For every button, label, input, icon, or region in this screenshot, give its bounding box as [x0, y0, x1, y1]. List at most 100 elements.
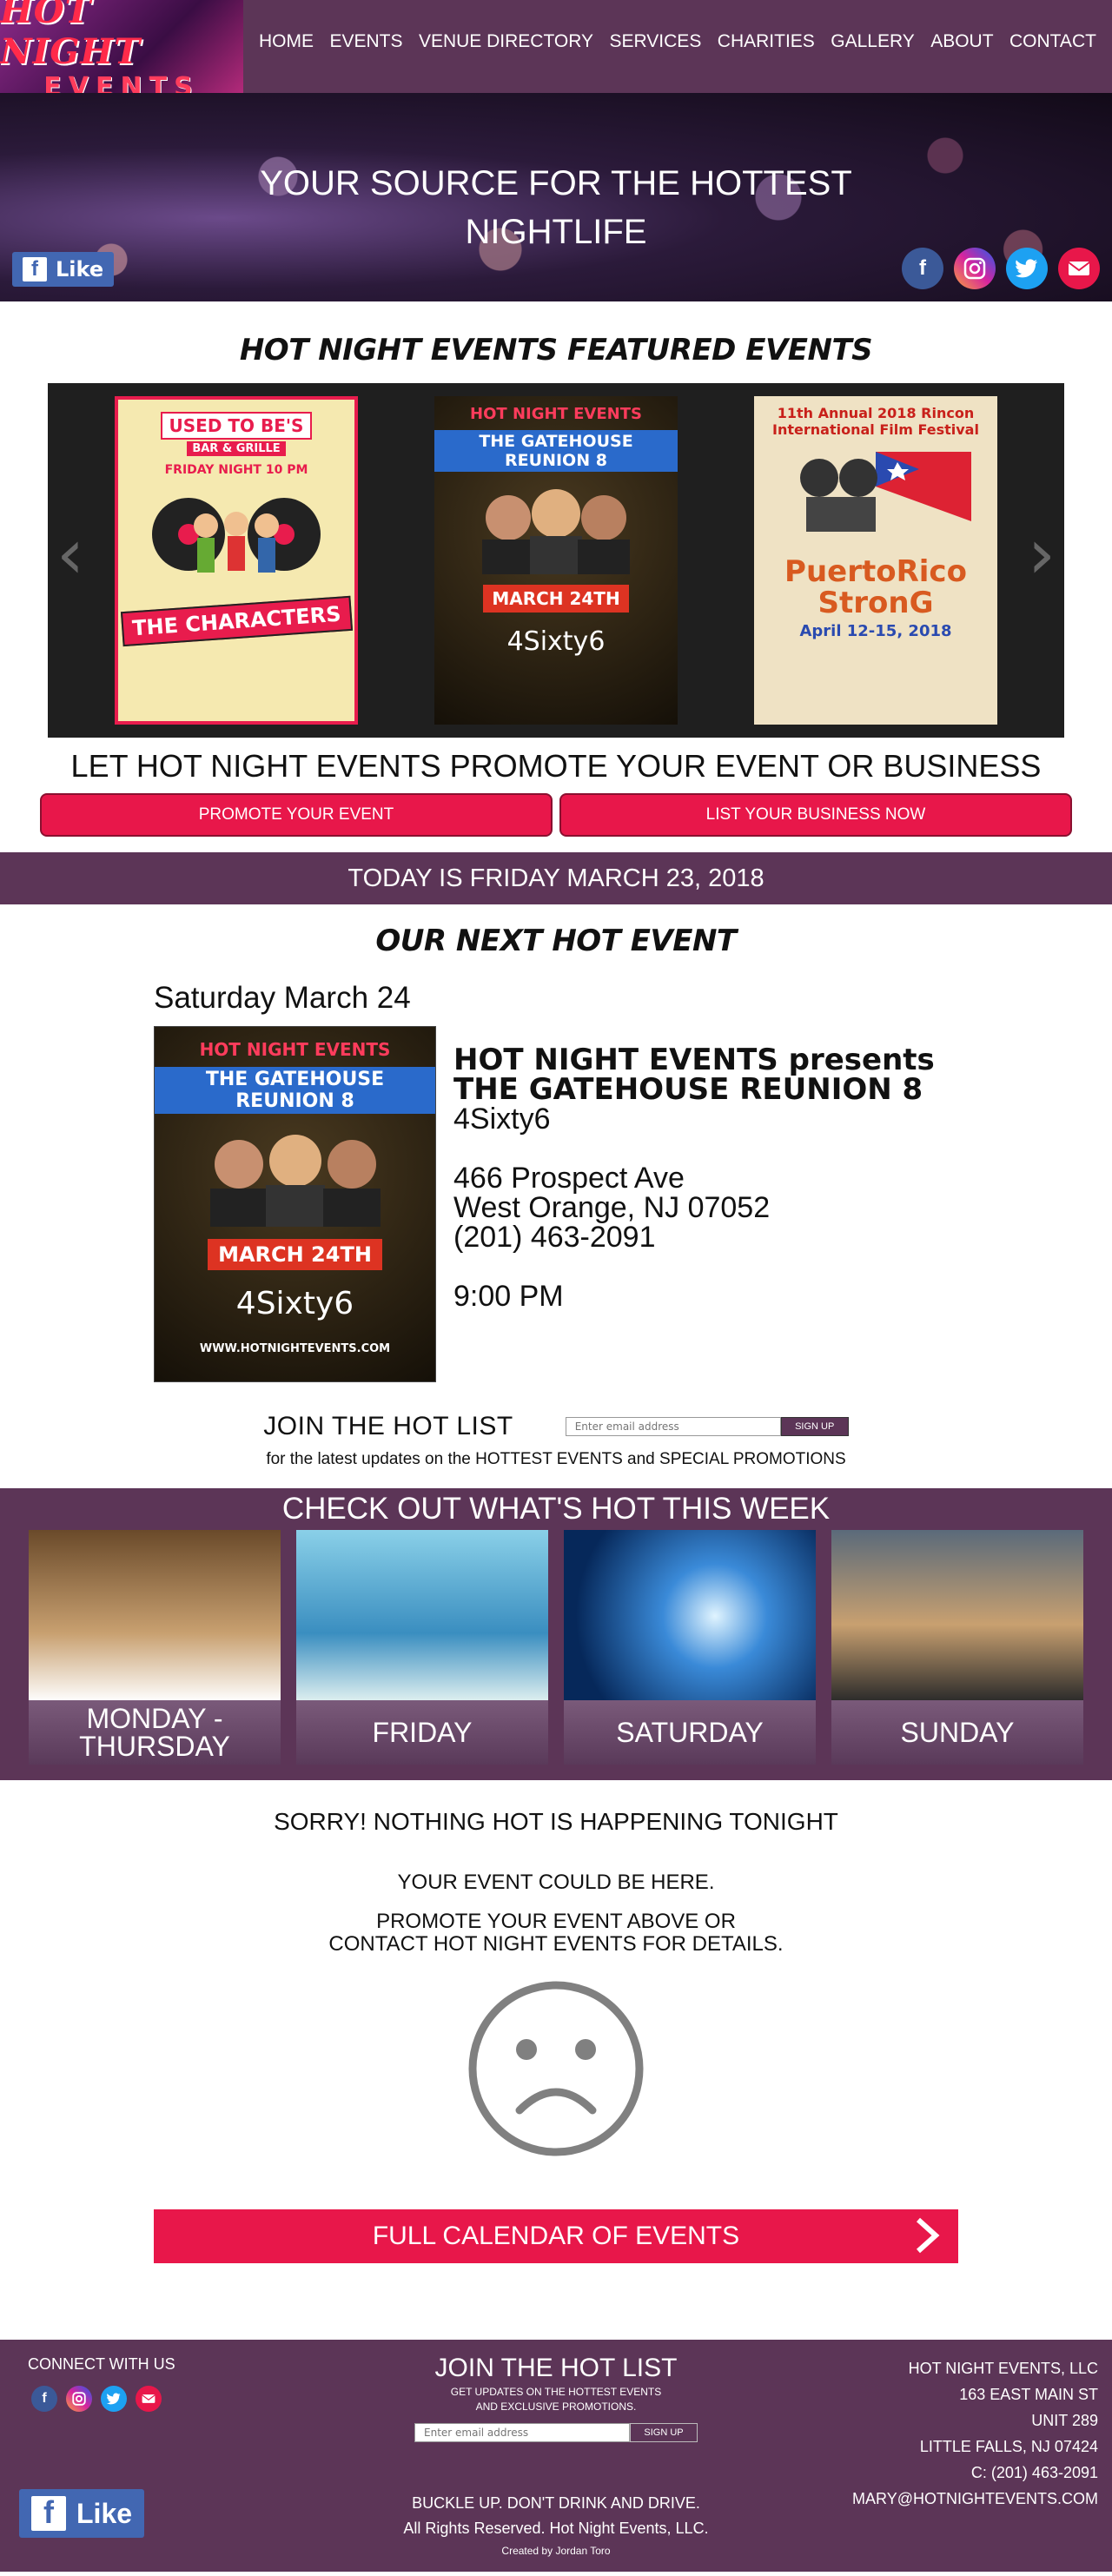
footer-signup-button[interactable]: SIGN UP: [630, 2423, 698, 2442]
hot-list-form: SIGN UP: [565, 1417, 849, 1436]
flyer-note: FRIDAY NIGHT 10 PM: [164, 463, 308, 477]
carousel-next-arrow-icon[interactable]: ›: [1028, 513, 1056, 594]
hero-headline-line-2: NIGHTLIFE: [465, 213, 647, 251]
day-card-saturday[interactable]: SATURDAY: [564, 1530, 816, 1765]
flyer-date: MARCH 24TH: [483, 585, 629, 613]
next-event-details: HOT NIGHT EVENTS presents THE GATEHOUSE …: [453, 1026, 935, 1382]
nav-item-about[interactable]: ABOUT: [923, 31, 1000, 52]
flyer-main-title: PuertoRico StronG: [784, 554, 967, 620]
hot-list-signup-button[interactable]: SIGN UP: [780, 1417, 849, 1436]
flyer-hosts-photo: [209, 1135, 381, 1227]
next-event-title-text: THE GATEHOUSE REUNION 8: [453, 1072, 923, 1107]
nav-item-contact[interactable]: CONTACT: [1003, 31, 1103, 52]
flyer-venue: 4Sixty6: [506, 626, 606, 657]
nav-item-gallery[interactable]: GALLERY: [824, 31, 922, 52]
day-card-friday[interactable]: FRIDAY: [296, 1530, 548, 1765]
site-logo[interactable]: HOT NIGHT EVENTS: [0, 0, 243, 103]
featured-events-title: HOT NIGHT EVENTS FEATURED EVENTS: [239, 333, 873, 368]
nav-item-services[interactable]: SERVICES: [603, 31, 709, 52]
flyer-venue: 4Sixty6: [235, 1286, 354, 1321]
promote-event-button[interactable]: PROMOTE YOUR EVENT: [40, 793, 553, 837]
hot-list-label: JOIN THE HOT LIST: [263, 1412, 513, 1440]
flyer-dates: April 12-15, 2018: [799, 622, 952, 640]
next-event-presenter: HOT NIGHT EVENTS presents: [453, 1043, 935, 1077]
next-event-title: OUR NEXT HOT EVENT: [375, 924, 737, 958]
day-card-image: [564, 1530, 816, 1702]
flyer-hosts-photo: [482, 489, 630, 574]
nothing-tonight-heading: SORRY! NOTHING HOT IS HAPPENING TONIGHT: [274, 1808, 838, 1835]
twitter-icon[interactable]: [1006, 248, 1048, 289]
footer-email-input[interactable]: [414, 2423, 630, 2442]
footer-rights: All Rights Reserved. Hot Night Events, L…: [403, 2520, 709, 2537]
next-event-time: 9:00 PM: [453, 1280, 564, 1313]
like-label: Like: [56, 257, 104, 281]
flyer-website: WWW.HOTNIGHTEVENTS.COM: [199, 1342, 391, 1355]
footer-company: HOT NIGHT EVENTS, LLC: [908, 2360, 1098, 2377]
footer-unit: UNIT 289: [1031, 2412, 1098, 2429]
next-event-address-line-1: 466 Prospect Ave: [453, 1162, 685, 1195]
promote-instructions-line-2: CONTACT HOT NIGHT EVENTS FOR DETAILS.: [328, 1932, 784, 1956]
day-card-label: MONDAY - THURSDAY: [29, 1700, 281, 1765]
full-calendar-label: FULL CALENDAR OF EVENTS: [372, 2222, 740, 2250]
footer-phone[interactable]: C: (201) 463-2091: [852, 2460, 1098, 2486]
nav-menu: HOME EVENTS VENUE DIRECTORY SERVICES CHA…: [243, 0, 1112, 52]
nav-item-home[interactable]: HOME: [252, 31, 321, 52]
featured-flyer-gatehouse[interactable]: HOT NIGHT EVENTS THE GATEHOUSE REUNION 8…: [434, 396, 678, 725]
nav-item-events[interactable]: EVENTS: [322, 31, 409, 52]
facebook-icon: f: [23, 257, 47, 281]
hot-list-description: for the latest updates on the HOTTEST EV…: [266, 1450, 846, 1468]
footer-address: HOT NIGHT EVENTS, LLC 163 EAST MAIN ST U…: [852, 2355, 1098, 2512]
nav-item-charities[interactable]: CHARITIES: [711, 31, 822, 52]
next-event-date: Saturday March 24: [154, 981, 411, 1015]
footer-credit: Created by Jordan Toro: [501, 2545, 611, 2557]
next-event-venue: 4Sixty6: [453, 1103, 551, 1136]
flyer-date: MARCH 24TH: [208, 1239, 382, 1270]
facebook-like-button[interactable]: f Like: [12, 252, 115, 287]
day-card-label: FRIDAY: [296, 1700, 548, 1765]
hot-list-email-input[interactable]: [565, 1417, 781, 1436]
list-business-button[interactable]: LIST YOUR BUSINESS NOW: [559, 793, 1072, 837]
footer-city: LITTLE FALLS, NJ 07424: [919, 2438, 1098, 2455]
day-card-label: SATURDAY: [564, 1700, 816, 1765]
hot-this-week-section: CHECK OUT WHAT'S HOT THIS WEEK MONDAY - …: [0, 1488, 1112, 1780]
promote-instructions-line-1: PROMOTE YOUR EVENT ABOVE OR: [376, 1910, 736, 1933]
week-day-cards: MONDAY - THURSDAY FRIDAY SATURDAY SUNDAY: [0, 1530, 1112, 1765]
flyer-projector-illustration: [800, 452, 971, 532]
full-calendar-button[interactable]: FULL CALENDAR OF EVENTS: [154, 2209, 958, 2263]
promote-heading: LET HOT NIGHT EVENTS PROMOTE YOUR EVENT …: [70, 748, 1042, 784]
nav-item-venue-directory[interactable]: VENUE DIRECTORY: [412, 31, 600, 52]
next-event-address-line-2: West Orange, NJ 07052: [453, 1191, 771, 1224]
flyer-venue-name: USED TO BE'S: [160, 412, 313, 440]
hot-list-signup: JOIN THE HOT LIST SIGN UP: [0, 1412, 1112, 1441]
flyer-brand: HOT NIGHT EVENTS: [199, 1039, 391, 1060]
flyer-venue-sub: BAR & GRILLE: [187, 441, 286, 456]
promote-instructions: PROMOTE YOUR EVENT ABOVE OR CONTACT HOT …: [0, 1910, 1112, 1956]
footer-email[interactable]: MARY@HOTNIGHTEVENTS.COM: [852, 2486, 1098, 2512]
promote-buttons: PROMOTE YOUR EVENT LIST YOUR BUSINESS NO…: [0, 793, 1112, 837]
featured-flyer-characters[interactable]: USED TO BE'S BAR & GRILLE FRIDAY NIGHT 1…: [115, 396, 358, 725]
next-event-flyer[interactable]: HOT NIGHT EVENTS THE GATEHOUSE REUNION 8…: [154, 1026, 436, 1382]
tonight-section: SORRY! NOTHING HOT IS HAPPENING TONIGHT …: [0, 1808, 1112, 1956]
sad-face-icon: [0, 1980, 1112, 2157]
next-event-phone: (201) 463-2091: [453, 1221, 656, 1254]
day-card-image: [29, 1530, 281, 1702]
your-event-here-text: YOUR EVENT COULD BE HERE.: [397, 1871, 715, 1894]
featured-flyer-film-festival[interactable]: 11th Annual 2018 Rincon International Fi…: [754, 396, 997, 725]
site-footer: CONNECT WITH US f f Like JOIN THE HOT LI…: [0, 2340, 1112, 2572]
footer-street: 163 EAST MAIN ST: [959, 2386, 1098, 2403]
hero-headline-line-1: YOUR SOURCE FOR THE HOTTEST: [260, 164, 852, 202]
instagram-icon[interactable]: [954, 248, 996, 289]
flyer-main-title: THE GATEHOUSE REUNION 8: [155, 1067, 435, 1114]
day-card-label: SUNDAY: [831, 1700, 1083, 1765]
carousel-prev-arrow-icon[interactable]: ‹: [56, 513, 84, 594]
day-card-sunday[interactable]: SUNDAY: [831, 1530, 1083, 1765]
day-card-monday-thursday[interactable]: MONDAY - THURSDAY: [29, 1530, 281, 1765]
email-icon[interactable]: [1058, 248, 1100, 289]
next-event: Saturday March 24 HOT NIGHT EVENTS THE G…: [154, 981, 1112, 1382]
facebook-icon[interactable]: f: [902, 248, 943, 289]
logo-line-1: HOT NIGHT: [0, 0, 141, 72]
featured-events-carousel: ‹ USED TO BE'S BAR & GRILLE FRIDAY NIGHT…: [48, 383, 1064, 738]
flyer-band-illustration: [152, 498, 321, 573]
hero-banner: YOUR SOURCE FOR THE HOTTEST NIGHTLIFE f …: [0, 93, 1112, 301]
hero-headline: YOUR SOURCE FOR THE HOTTEST NIGHTLIFE: [0, 159, 1112, 256]
